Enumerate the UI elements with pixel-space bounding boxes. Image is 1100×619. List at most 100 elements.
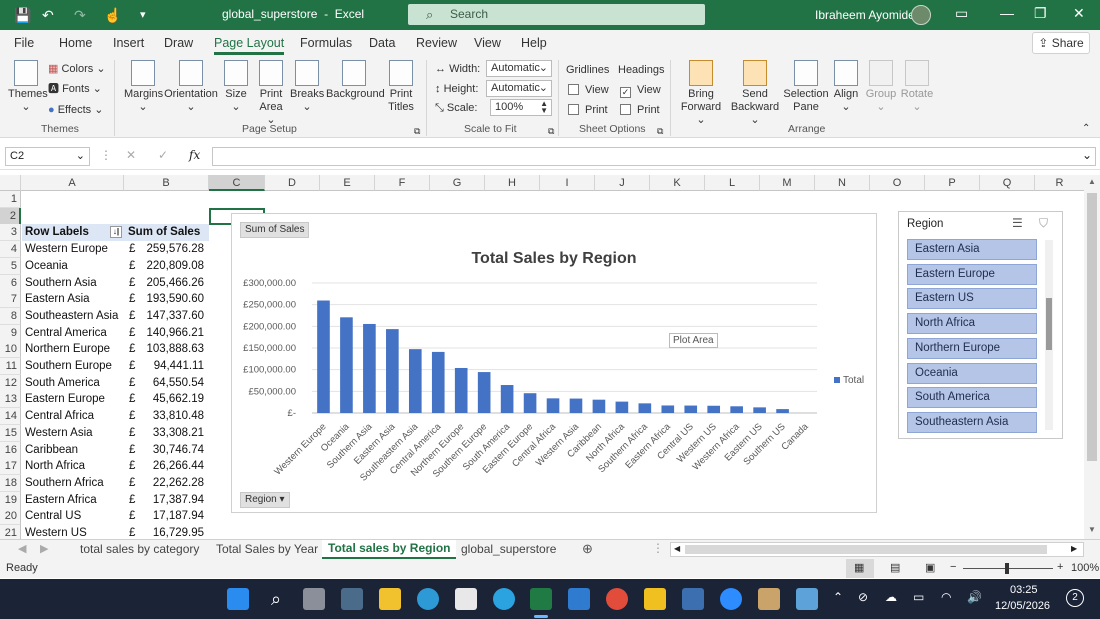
network-tool-icon[interactable] xyxy=(682,588,704,610)
expand-formula-icon[interactable]: ⌄ xyxy=(1082,148,1092,162)
bar-7[interactable] xyxy=(477,372,491,413)
orientation-button[interactable]: Orientation ⌄ xyxy=(164,60,218,114)
row-header-18[interactable]: 18 xyxy=(0,474,21,492)
sheet-tab-global-superstore[interactable]: global_superstore xyxy=(461,542,556,556)
bar-15[interactable] xyxy=(661,405,675,413)
bar-16[interactable] xyxy=(684,405,698,413)
tab-home[interactable]: Home xyxy=(59,36,92,50)
pivot-row-value[interactable]: 94,441.11 xyxy=(140,358,204,375)
tab-insert[interactable]: Insert xyxy=(113,36,144,50)
pivot-row-label[interactable]: Southern Africa xyxy=(25,475,104,492)
row-header-16[interactable]: 16 xyxy=(0,441,21,459)
pivot-row-value[interactable]: 140,966.21 xyxy=(140,325,204,342)
pivot-row-value[interactable]: 17,387.94 xyxy=(140,492,204,509)
page-setup-launcher-icon[interactable]: ⧉ xyxy=(414,124,420,138)
scroll-down-icon[interactable]: ▼ xyxy=(1088,525,1096,534)
tab-review[interactable]: Review xyxy=(416,36,457,50)
excel-icon[interactable] xyxy=(530,588,552,610)
headings-print-checkbox[interactable]: Print xyxy=(620,103,660,117)
bar-1[interactable] xyxy=(340,317,353,413)
widgets-icon[interactable] xyxy=(341,588,363,610)
row-header-9[interactable]: 9 xyxy=(0,324,21,342)
avatar[interactable] xyxy=(911,5,931,25)
scale-spinner[interactable]: 100% ▲ ▼ xyxy=(490,99,552,116)
slicer-item[interactable]: Eastern US xyxy=(907,288,1037,310)
pivot-row-label[interactable]: Southern Europe xyxy=(25,358,112,375)
battery-icon[interactable]: ▭ xyxy=(913,590,924,604)
volume-icon[interactable]: 🔊 xyxy=(967,590,982,604)
zoom-level[interactable]: 100% xyxy=(1071,562,1099,574)
column-header-q[interactable]: Q xyxy=(980,175,1035,191)
column-header-a[interactable]: A xyxy=(21,175,124,191)
column-header-f[interactable]: F xyxy=(375,175,430,191)
row-header-12[interactable]: 12 xyxy=(0,374,21,392)
insert-function-icon[interactable]: fx xyxy=(189,148,200,162)
row-header-17[interactable]: 17 xyxy=(0,458,21,476)
align-button[interactable]: Align ⌄ xyxy=(831,60,861,114)
row-header-21[interactable]: 21 xyxy=(0,525,21,540)
slicer-item[interactable]: Eastern Asia xyxy=(907,239,1037,260)
scroll-up-icon[interactable]: ▲ xyxy=(1088,177,1096,186)
bar-10[interactable] xyxy=(546,398,560,413)
column-header-h[interactable]: H xyxy=(485,175,540,191)
column-header-p[interactable]: P xyxy=(925,175,980,191)
column-header-l[interactable]: L xyxy=(705,175,760,191)
scrollbar-thumb[interactable] xyxy=(1087,193,1097,461)
bar-3[interactable] xyxy=(386,329,399,413)
task-view-icon[interactable] xyxy=(303,588,325,610)
row-header-19[interactable]: 19 xyxy=(0,491,21,509)
column-header-m[interactable]: M xyxy=(760,175,815,191)
slicer-item[interactable]: North Africa xyxy=(907,313,1037,335)
slicer-scrollbar[interactable] xyxy=(1045,240,1053,430)
tab-page-layout[interactable]: Page Layout xyxy=(214,36,285,55)
clock-time[interactable]: 03:25 xyxy=(1010,584,1038,596)
pivot-row-label[interactable]: North Africa xyxy=(25,458,85,475)
store-icon[interactable] xyxy=(455,588,477,610)
start-icon[interactable] xyxy=(227,588,249,610)
pivot-row-label[interactable]: Southern Asia xyxy=(25,275,97,292)
column-header-e[interactable]: E xyxy=(320,175,375,191)
telegram-icon[interactable] xyxy=(493,588,515,610)
scrollbar-thumb[interactable] xyxy=(685,545,1047,554)
multi-select-icon[interactable]: ☰ xyxy=(1012,216,1023,230)
pivot-row-label[interactable]: Western US xyxy=(25,525,87,540)
row-header-8[interactable]: 8 xyxy=(0,307,21,325)
tab-draw[interactable]: Draw xyxy=(164,36,193,50)
pivot-row-value[interactable]: 17,187.94 xyxy=(140,508,204,525)
row-header-1[interactable]: 1 xyxy=(0,191,21,208)
row-header-20[interactable]: 20 xyxy=(0,508,21,526)
sum-of-sales-header[interactable]: Sum of Sales xyxy=(124,224,209,242)
page-layout-view-icon[interactable]: ▤ xyxy=(890,561,900,574)
zoom-slider[interactable] xyxy=(963,563,1053,574)
undo-icon[interactable]: ↶ xyxy=(42,6,54,24)
cancel-icon[interactable]: ✕ xyxy=(126,148,136,162)
column-header-n[interactable]: N xyxy=(815,175,870,191)
bar-13[interactable] xyxy=(615,401,629,413)
row-header-13[interactable]: 13 xyxy=(0,391,21,409)
bar-18[interactable] xyxy=(730,406,743,413)
pivot-row-value[interactable]: 26,266.44 xyxy=(140,458,204,475)
pivot-row-value[interactable]: 64,550.54 xyxy=(140,375,204,392)
row-header-2[interactable]: 2 xyxy=(0,207,21,225)
print-titles-button[interactable]: Print Titles xyxy=(385,60,417,114)
archive-app-icon[interactable] xyxy=(758,588,780,610)
bar-5[interactable] xyxy=(431,351,445,413)
column-header-r[interactable]: R xyxy=(1035,175,1085,191)
bring-forward-button[interactable]: Bring Forward ⌄ xyxy=(676,60,726,127)
row-header-3[interactable]: 3 xyxy=(0,224,21,242)
customize-toolbar-icon[interactable]: ▾ xyxy=(140,6,146,24)
gridlines-view-checkbox[interactable]: View xyxy=(568,83,609,97)
row-header-4[interactable]: 4 xyxy=(0,241,21,259)
next-sheet-icon[interactable]: ▶ xyxy=(40,542,48,555)
pivot-row-value[interactable]: 220,809.08 xyxy=(140,258,204,275)
share-button[interactable]: ⇪ Share xyxy=(1032,32,1090,54)
slicer-item[interactable]: Northern Europe xyxy=(907,337,1037,359)
page-break-view-icon[interactable]: ▣ xyxy=(925,561,935,574)
size-button[interactable]: Size ⌄ xyxy=(222,60,250,114)
sheet-options-launcher-icon[interactable]: ⧉ xyxy=(657,124,663,138)
power-bi-icon[interactable] xyxy=(644,588,666,610)
sort-filter-icon[interactable]: ↓| xyxy=(110,226,122,239)
pivot-row-label[interactable]: Western Europe xyxy=(25,241,108,258)
pivot-row-label[interactable]: Eastern Europe xyxy=(25,391,105,408)
bar-8[interactable] xyxy=(500,385,514,413)
